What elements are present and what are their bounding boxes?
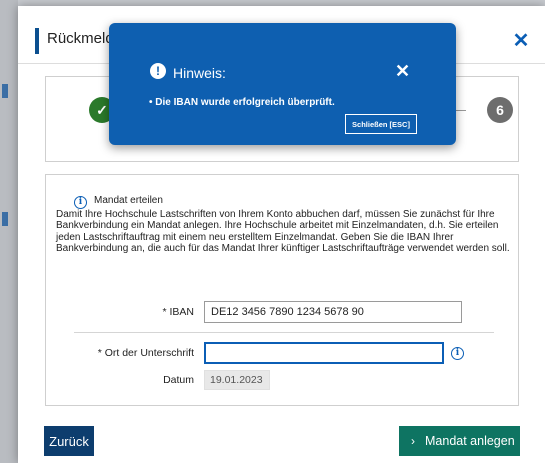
step-6: 6: [487, 97, 513, 123]
ort-label: * Ort der Unterschrift: [97, 347, 194, 359]
mandat-form-section: i Mandat erteilen Damit Ihre Hochschule …: [45, 174, 519, 406]
dialog-close-button[interactable]: ✕: [509, 29, 533, 53]
ort-der-unterschrift-input[interactable]: [204, 342, 444, 364]
datum-label: Datum: [163, 374, 194, 386]
notification-close-icon[interactable]: ✕: [395, 61, 410, 82]
chevron-right-icon: ›: [411, 434, 415, 448]
ort-info-icon[interactable]: i: [451, 347, 464, 360]
background-marker: [2, 84, 8, 98]
exclamation-icon: !: [150, 63, 166, 79]
mandat-heading: Mandat erteilen: [94, 195, 163, 206]
title-accent-bar: [35, 28, 39, 54]
iban-label: * IBAN: [162, 306, 194, 318]
datum-value: 19.01.2023: [204, 370, 270, 390]
background-page-strip: [0, 0, 18, 463]
mandat-anlegen-label: Mandat anlegen: [425, 434, 515, 448]
notification-title: Hinweis:: [173, 65, 226, 81]
back-button[interactable]: Zurück: [44, 426, 94, 456]
background-marker: [2, 212, 8, 226]
hinweis-notification: ! Hinweis: ✕ • Die IBAN wurde erfolgreic…: [109, 23, 456, 145]
form-divider: [74, 332, 494, 333]
dialog-footer: Zurück › Mandat anlegen: [18, 416, 545, 463]
notification-message: • Die IBAN wurde erfolgreich überprüft.: [149, 97, 335, 108]
iban-input[interactable]: [204, 301, 462, 323]
mandat-anlegen-button[interactable]: › Mandat anlegen: [399, 426, 520, 456]
notification-close-button[interactable]: Schließen [ESC]: [345, 114, 417, 134]
mandat-description: Damit Ihre Hochschule Lastschriften von …: [56, 209, 510, 255]
close-icon: ✕: [512, 30, 530, 52]
info-icon: i: [74, 196, 87, 209]
check-icon: ✓: [96, 102, 108, 118]
